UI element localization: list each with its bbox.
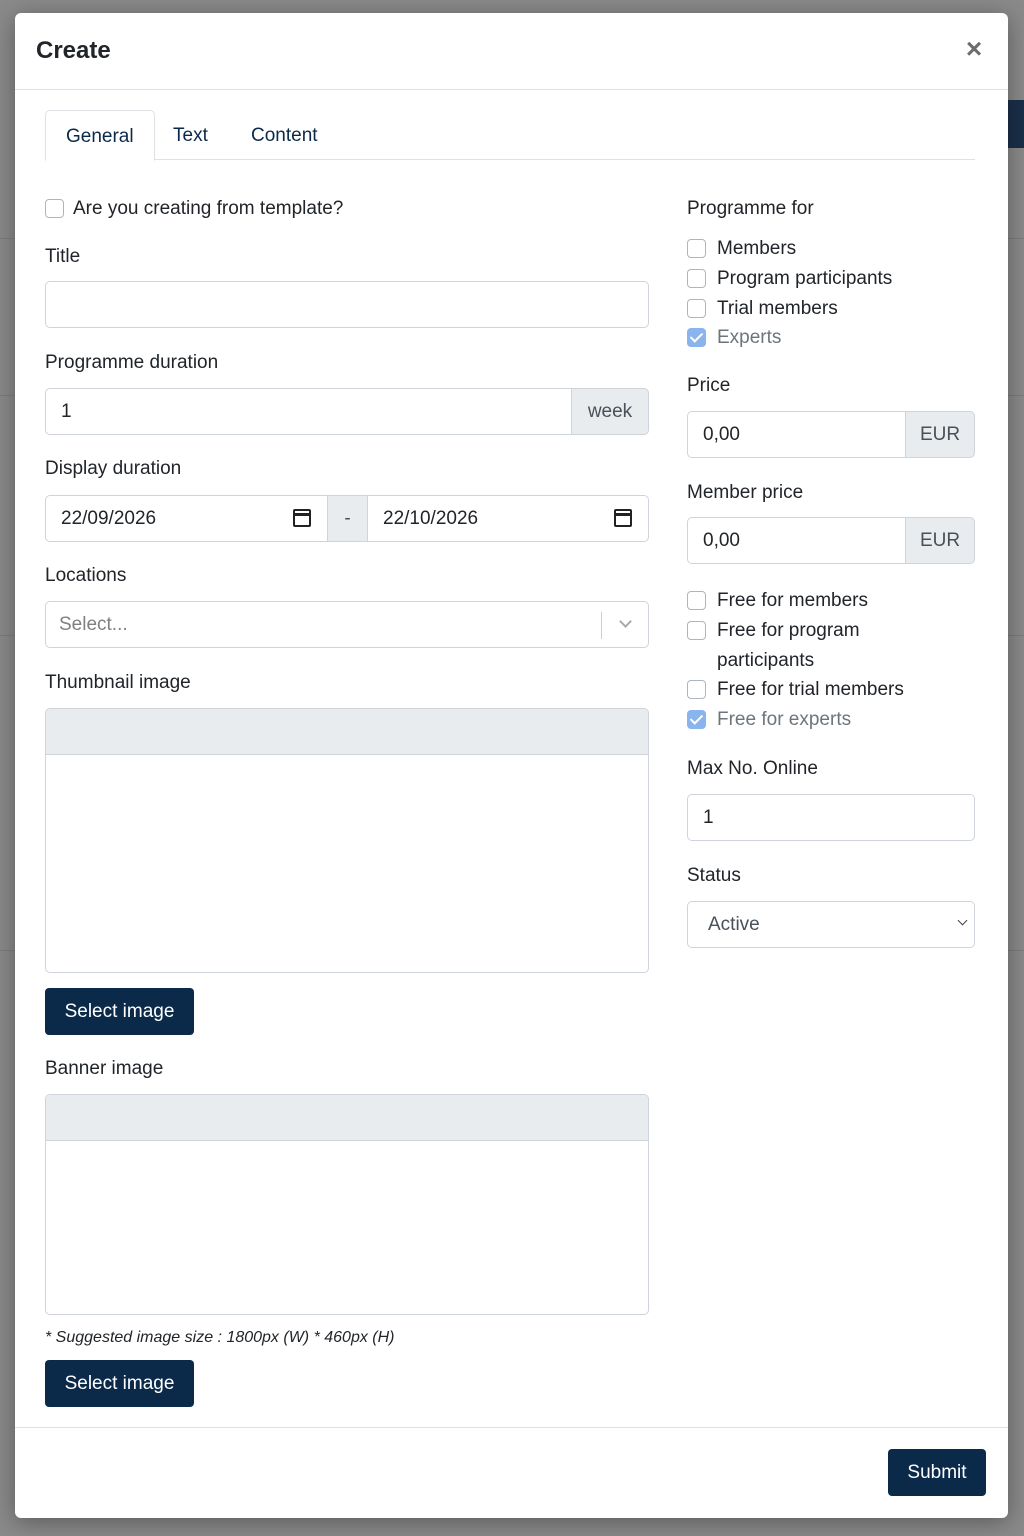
free-for-experts-label: Free for experts <box>717 709 852 730</box>
modal-footer: Submit <box>15 1427 1008 1518</box>
calendar-icon[interactable] <box>614 509 632 527</box>
end-date-input[interactable]: 22/10/2026 <box>367 495 649 542</box>
template-checkbox[interactable] <box>45 199 64 218</box>
thumbnail-preview <box>45 708 649 973</box>
chevron-down-icon[interactable] <box>957 915 968 926</box>
status-value: Active <box>708 914 760 935</box>
date-separator: - <box>327 495 368 542</box>
free-for-program-participants-label-line2: participants <box>717 650 815 671</box>
member-price-currency-addon: EUR <box>905 517 975 564</box>
banner-label: Banner image <box>45 1058 164 1079</box>
submit-button[interactable]: Submit <box>888 1449 986 1496</box>
tab-content[interactable]: Content <box>231 110 338 161</box>
create-modal: Create × General Text Content Are you cr… <box>15 13 1008 1518</box>
end-date-value: 22/10/2026 <box>383 508 479 529</box>
start-date-value: 22/09/2026 <box>61 508 157 529</box>
tab-general[interactable]: General <box>45 110 155 161</box>
duration-unit-addon: week <box>571 388 649 435</box>
banner-size-note: * Suggested image size : 1800px (W) * 46… <box>45 1329 395 1346</box>
banner-preview <box>45 1094 649 1315</box>
max-online-input[interactable]: 1 <box>687 794 975 841</box>
programme-duration-input[interactable]: 1 <box>45 388 572 435</box>
modal-title: Create <box>36 37 111 64</box>
select-separator <box>601 612 602 639</box>
locations-select[interactable]: Select... <box>45 601 649 648</box>
programme-for-label: Programme for <box>687 198 814 219</box>
price-currency-addon: EUR <box>905 411 975 458</box>
select-thumbnail-button[interactable]: Select image <box>45 988 194 1035</box>
experts-checkbox-label: Experts <box>717 327 782 348</box>
program-participants-checkbox-label: Program participants <box>717 268 893 289</box>
tab-text[interactable]: Text <box>153 110 228 161</box>
status-label: Status <box>687 865 741 886</box>
free-for-program-participants-label: Free for program <box>717 620 860 641</box>
thumbnail-label: Thumbnail image <box>45 672 191 693</box>
close-icon[interactable]: × <box>960 33 988 65</box>
locations-placeholder: Select... <box>59 614 128 635</box>
select-banner-button[interactable]: Select image <box>45 1360 194 1407</box>
start-date-input[interactable]: 22/09/2026 <box>45 495 328 542</box>
max-online-label: Max No. Online <box>687 758 818 779</box>
members-checkbox[interactable] <box>687 239 706 258</box>
program-participants-checkbox[interactable] <box>687 269 706 288</box>
member-price-label: Member price <box>687 482 804 503</box>
status-select[interactable]: Active <box>687 901 975 948</box>
title-label: Title <box>45 246 81 267</box>
free-for-members-checkbox[interactable] <box>687 591 706 610</box>
title-input[interactable] <box>45 281 649 328</box>
display-duration-label: Display duration <box>45 458 182 479</box>
price-label: Price <box>687 375 731 396</box>
locations-label: Locations <box>45 565 127 586</box>
trial-members-checkbox-label: Trial members <box>717 298 838 319</box>
free-for-trial-members-checkbox[interactable] <box>687 680 706 699</box>
calendar-icon[interactable] <box>293 509 311 527</box>
members-checkbox-label: Members <box>717 238 797 259</box>
chevron-down-icon[interactable] <box>619 615 632 628</box>
free-for-members-label: Free for members <box>717 590 868 611</box>
banner-preview-header <box>46 1095 648 1141</box>
modal-header: Create × <box>15 13 1008 90</box>
template-checkbox-label: Are you creating from template? <box>73 198 344 219</box>
free-for-experts-checkbox[interactable] <box>687 710 706 729</box>
programme-duration-label: Programme duration <box>45 352 219 373</box>
trial-members-checkbox[interactable] <box>687 299 706 318</box>
tab-bar: General Text Content <box>45 110 975 161</box>
free-for-program-participants-checkbox[interactable] <box>687 621 706 640</box>
free-for-trial-members-label: Free for trial members <box>717 679 904 700</box>
thumbnail-preview-header <box>46 709 648 755</box>
price-input[interactable]: 0,00 <box>687 411 906 458</box>
experts-checkbox[interactable] <box>687 328 706 347</box>
member-price-input[interactable]: 0,00 <box>687 517 906 564</box>
